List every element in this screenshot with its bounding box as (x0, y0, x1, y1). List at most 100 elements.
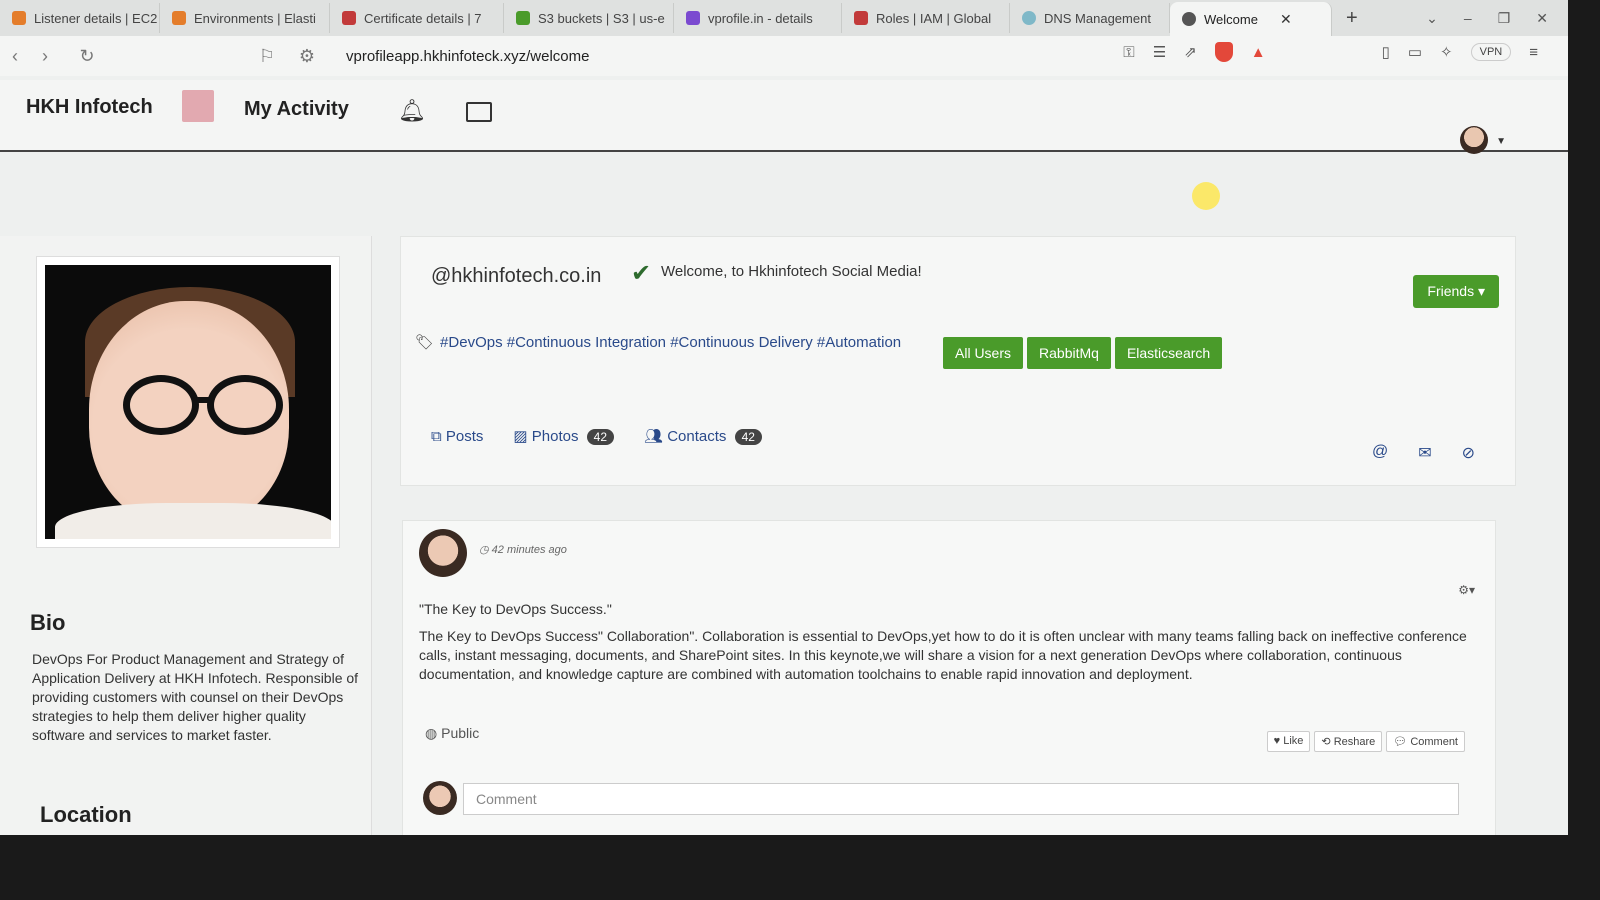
my-activity-link[interactable]: My Activity (244, 98, 349, 121)
tab-s3-buckets[interactable]: S3 buckets | S3 | us-e (504, 3, 674, 33)
contacts-count-badge: 42 (734, 429, 762, 445)
bookmark-icon[interactable]: ⚐ (252, 46, 282, 67)
new-tab-button[interactable]: + (1332, 7, 1372, 30)
brand-name[interactable]: HKH Infotech (26, 96, 153, 119)
post-body: The Key to DevOps Success" Collaboration… (419, 628, 1467, 682)
profile-header-card: @hkhinfotech.co.in ✔ Welcome, to Hkhinfo… (400, 236, 1516, 486)
tab-search-icon[interactable]: ⌄ (1426, 10, 1438, 27)
tab-label: Environments | Elasti (194, 10, 316, 26)
tab-label: Certificate details | 7 (364, 10, 482, 26)
like-button[interactable]: ♥ Like (1266, 731, 1311, 752)
reader-icon[interactable]: ☰ (1153, 43, 1166, 61)
friends-dropdown-button[interactable]: Friends ▾ (1413, 275, 1499, 308)
reshare-button[interactable]: ⟲ Reshare (1314, 731, 1383, 752)
menu-icon[interactable]: ≡ (1529, 44, 1538, 61)
like-label: Like (1283, 735, 1304, 747)
user-avatar[interactable] (1460, 126, 1488, 154)
tab-listener-details[interactable]: Listener details | EC2 (0, 3, 160, 33)
profile-sidebar: Bio DevOps For Product Management and St… (0, 236, 372, 835)
key-icon[interactable]: ⚿ (1123, 44, 1134, 61)
vpn-button[interactable]: VPN (1470, 43, 1512, 61)
tab-photos[interactable]: ▨ Photos 42 (513, 427, 614, 445)
glasses-left (123, 375, 199, 435)
chevron-down-icon[interactable]: ▼ (1496, 136, 1506, 147)
aws-s3-icon (516, 11, 530, 25)
photos-count-badge: 42 (586, 429, 614, 445)
profile-photo (36, 256, 340, 548)
tab-strip: Listener details | EC2 Environments | El… (0, 0, 1568, 36)
comment-button[interactable]: 💬︎ Comment (1386, 731, 1465, 752)
shirt-shape (55, 503, 331, 539)
post-visibility-label: Public (441, 725, 480, 741)
profile-photo-image (45, 265, 331, 539)
browser-window: Listener details | EC2 Environments | El… (0, 0, 1568, 835)
tab-label: Listener details | EC2 (34, 10, 158, 26)
post-author-avatar[interactable] (419, 529, 467, 577)
tab-label: DNS Management (1044, 10, 1151, 26)
tab-vprofile-details[interactable]: vprofile.in - details (674, 3, 842, 33)
location-heading: Location (40, 802, 132, 827)
tab-welcome[interactable]: Welcome ✕ (1170, 2, 1332, 36)
post-title: "The Key to DevOps Success." (419, 601, 612, 617)
all-users-button[interactable]: All Users (943, 337, 1024, 369)
leo-icon[interactable]: ✧ (1440, 43, 1453, 61)
tab-contacts-label: Contacts (667, 428, 727, 445)
post-timestamp: ◷ 42 minutes ago (479, 543, 567, 556)
hashtag-list: 🏷︎ #DevOps #Continuous Integration #Cont… (415, 333, 901, 352)
brand-logo[interactable] (182, 90, 214, 122)
tab-label: vprofile.in - details (708, 10, 813, 26)
tab-certificate-details[interactable]: Certificate details | 7 (330, 3, 504, 33)
comment-label: Comment (1410, 736, 1458, 748)
tab-contacts[interactable]: 👥︎ Contacts 42 (644, 427, 762, 445)
profile-tabs: ⧉ Posts ▨ Photos 42 👥︎ Contacts 42 (431, 427, 762, 445)
brave-rewards-icon[interactable]: ▲ (1251, 44, 1266, 61)
post-time-text: 42 minutes ago (491, 544, 567, 556)
comment-input[interactable]: Comment (463, 783, 1459, 815)
tab-environments[interactable]: Environments | Elasti (160, 3, 330, 33)
glasses-bridge (195, 397, 211, 403)
block-icon[interactable]: ⊘ (1462, 443, 1475, 463)
message-icon[interactable]: ✉ (1418, 443, 1431, 463)
tab-photos-label: Photos (531, 428, 579, 445)
post-settings-icon[interactable]: ⚙▾ (1458, 583, 1475, 597)
aws-ec2-icon (12, 11, 26, 25)
brave-shield-icon[interactable] (1214, 42, 1233, 62)
mouse-cursor (1192, 182, 1220, 210)
aws-route53-icon (686, 11, 700, 25)
forward-icon[interactable]: › (30, 46, 60, 67)
mail-icon[interactable] (466, 102, 492, 122)
url-field[interactable]: vprofileapp.hkhinfoteck.xyz/welcome (346, 48, 589, 65)
tab-dns-management[interactable]: DNS Management (1010, 3, 1170, 33)
site-settings-icon[interactable]: ⚙ (292, 46, 322, 67)
aws-acm-icon (342, 11, 356, 25)
sidebar-icon[interactable]: ▯ (1382, 43, 1390, 61)
elasticsearch-button[interactable]: Elasticsearch (1114, 337, 1223, 369)
wallet-icon[interactable]: ▭ (1408, 43, 1422, 61)
tab-label: S3 buckets | S3 | us-e (538, 10, 665, 26)
back-icon[interactable]: ‹ (0, 46, 30, 67)
posts-icon: ⧉ (431, 427, 442, 445)
close-window-icon[interactable]: ✕ (1536, 10, 1548, 27)
minimize-icon[interactable]: – (1464, 10, 1472, 26)
tab-label: Welcome (1204, 11, 1258, 27)
glasses-right (207, 375, 283, 435)
restore-icon[interactable]: ❐ (1498, 10, 1511, 27)
bell-icon[interactable]: 🔔︎ (398, 98, 426, 124)
tab-roles-iam[interactable]: Roles | IAM | Global (842, 3, 1010, 33)
tab-label: Roles | IAM | Global (876, 10, 992, 26)
reload-icon[interactable]: ↻ (72, 46, 102, 67)
bio-text: DevOps For Product Management and Strate… (32, 651, 359, 743)
clock-icon: ◷ (479, 544, 489, 556)
hashtags[interactable]: #DevOps #Continuous Integration #Continu… (440, 334, 901, 351)
heart-icon: ♥ (1273, 735, 1281, 747)
close-tab-icon[interactable]: ✕ (1280, 11, 1292, 28)
service-buttons: All Users RabbitMq Elasticsearch (943, 337, 1223, 369)
rabbitmq-button[interactable]: RabbitMq (1027, 337, 1111, 369)
window-controls: ⌄ – ❐ ✕ (1426, 10, 1568, 27)
bio-heading: Bio (30, 610, 66, 635)
checkmark-icon: ✔ (631, 260, 652, 287)
globe-icon (1182, 12, 1196, 26)
mention-icon[interactable]: @ (1372, 443, 1388, 463)
share-icon[interactable]: ⇗ (1184, 43, 1197, 61)
tab-posts[interactable]: ⧉ Posts (431, 428, 483, 445)
